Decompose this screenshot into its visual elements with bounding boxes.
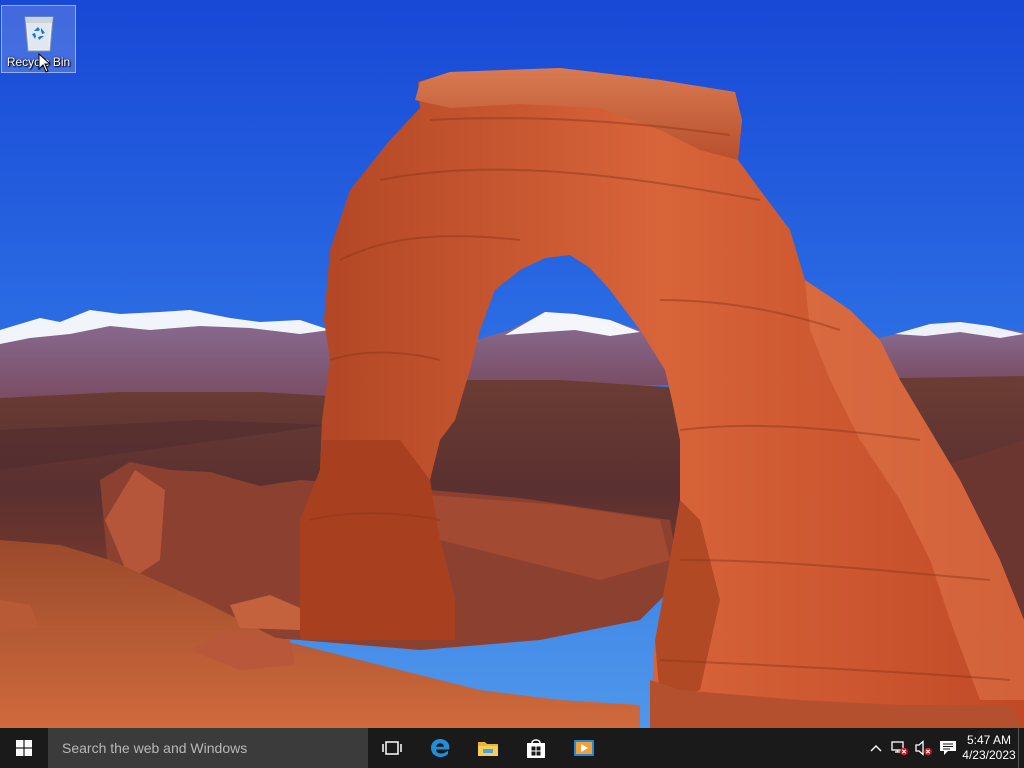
network-disconnected-icon [891, 741, 908, 756]
desktop[interactable]: Recycle Bin [0, 0, 1024, 728]
system-tray: 5:47 AM 4/23/2023 [864, 728, 1024, 768]
show-desktop-button[interactable] [1018, 728, 1024, 768]
desktop-icon-label: Recycle Bin [6, 55, 71, 69]
windows-logo-icon [16, 740, 32, 756]
taskbar-empty-area[interactable] [608, 728, 864, 768]
task-view-button[interactable] [368, 728, 416, 768]
clock-time: 5:47 AM [966, 733, 1012, 747]
network-button[interactable] [888, 728, 912, 768]
folder-icon [478, 742, 498, 756]
chevron-up-icon [870, 745, 882, 752]
task-view-icon [382, 741, 402, 755]
action-center-icon [940, 741, 956, 755]
volume-button[interactable] [912, 728, 936, 768]
clock[interactable]: 5:47 AM 4/23/2023 [960, 728, 1018, 768]
media-player-icon [574, 740, 594, 756]
file-explorer-button[interactable] [464, 728, 512, 768]
edge-button[interactable] [416, 728, 464, 768]
wallpaper [0, 0, 1024, 728]
start-button[interactable] [0, 728, 48, 768]
store-icon [527, 739, 545, 758]
volume-muted-icon [915, 740, 932, 756]
media-player-button[interactable] [560, 728, 608, 768]
action-center-button[interactable] [936, 728, 960, 768]
search-box[interactable] [48, 728, 368, 768]
clock-date: 4/23/2023 [962, 748, 1016, 762]
search-input[interactable] [60, 739, 364, 757]
show-hidden-icons-button[interactable] [864, 728, 888, 768]
desktop-icon-recycle-bin[interactable]: Recycle Bin [1, 5, 76, 73]
edge-icon [431, 739, 450, 757]
store-button[interactable] [512, 728, 560, 768]
taskbar: 5:47 AM 4/23/2023 [0, 728, 1024, 768]
recycle-bin-icon [23, 16, 54, 52]
